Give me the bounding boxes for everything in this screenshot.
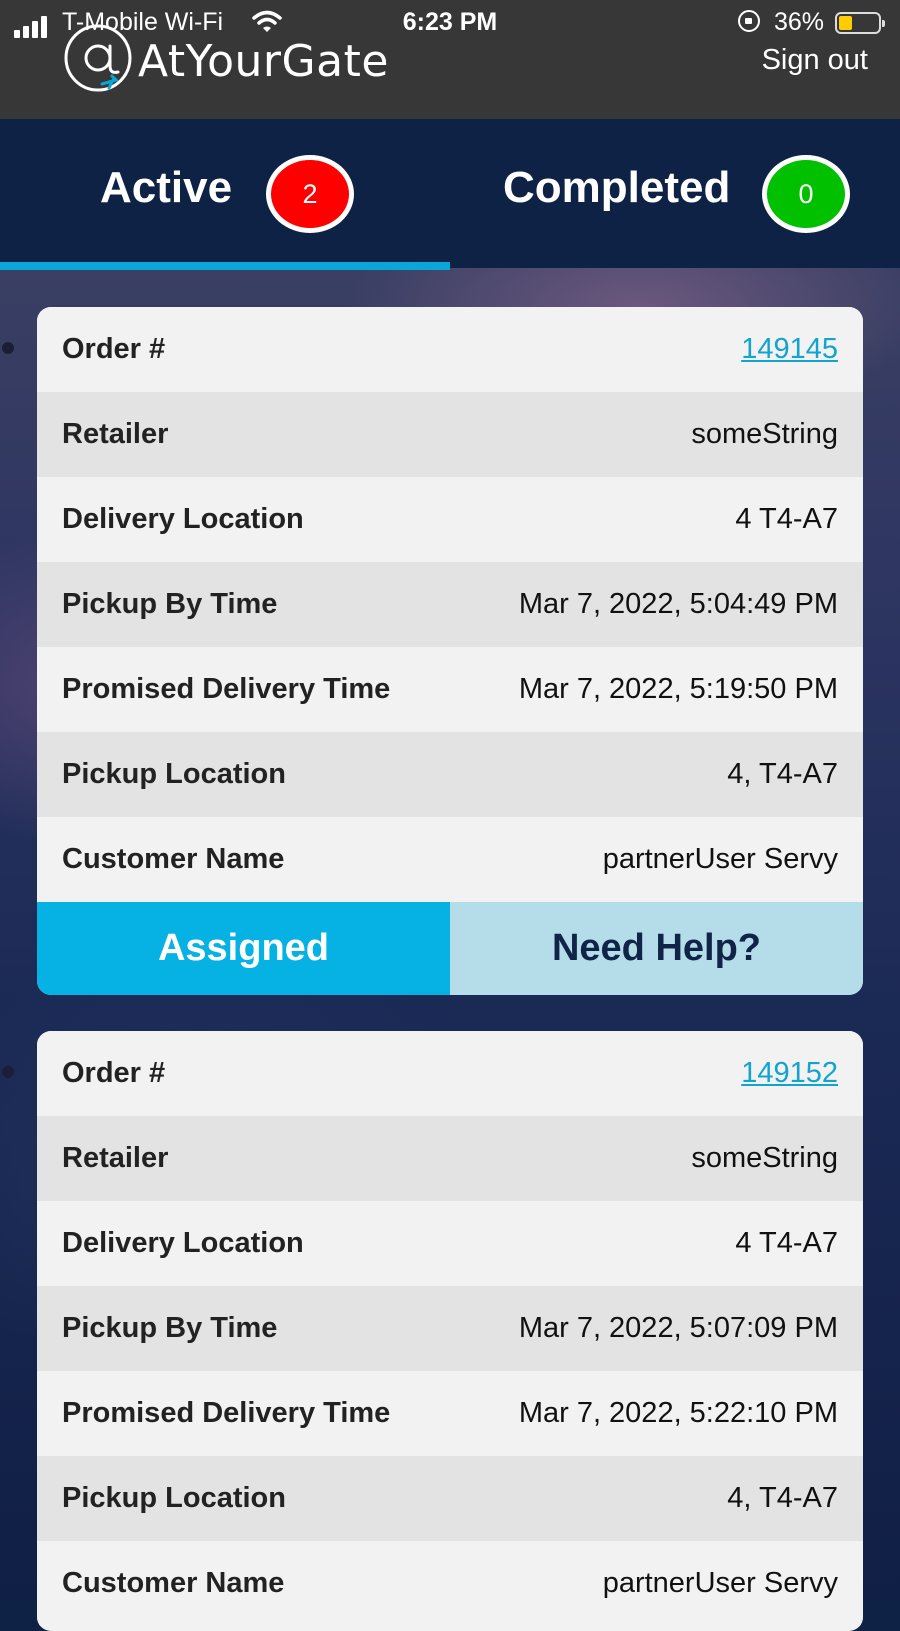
order-number-row: Order # 149145: [37, 307, 863, 392]
completed-count-badge: 0: [762, 155, 850, 233]
row-value: 4 T4-A7: [735, 503, 838, 535]
row-label: Promised Delivery Time: [62, 673, 391, 705]
order-number-link[interactable]: 149145: [741, 333, 838, 366]
row-value: someString: [691, 418, 838, 450]
order-tabs: Active 2 Completed 0: [0, 119, 900, 270]
need-help-button[interactable]: Need Help?: [450, 902, 863, 995]
promised-delivery-time-row: Promised Delivery Time Mar 7, 2022, 5:19…: [37, 647, 863, 732]
row-value: Mar 7, 2022, 5:22:10 PM: [518, 1397, 838, 1429]
promised-delivery-time-row: Promised Delivery Time Mar 7, 2022, 5:22…: [37, 1371, 863, 1456]
row-value: Mar 7, 2022, 5:19:50 PM: [518, 673, 838, 705]
at-sign-logo-icon: [64, 24, 132, 92]
pickup-location-row: Pickup Location 4, T4-A7: [37, 732, 863, 817]
row-value: partnerUser Servy: [602, 1567, 838, 1599]
tab-active[interactable]: Active 2: [0, 119, 450, 270]
order-number-link[interactable]: 149152: [741, 1057, 838, 1090]
row-label: Delivery Location: [62, 503, 304, 535]
row-label: Order #: [62, 1057, 166, 1089]
row-value: Mar 7, 2022, 5:04:49 PM: [518, 588, 838, 620]
battery-icon: [835, 12, 885, 34]
pickup-location-row: Pickup Location 4, T4-A7: [37, 1456, 863, 1541]
battery-percent: 36%: [774, 8, 825, 36]
retailer-row: Retailer someString: [37, 392, 863, 477]
assigned-button[interactable]: Assigned: [37, 902, 450, 995]
app-logo: AtYourGate: [62, 22, 402, 102]
selected-tab-indicator: [0, 262, 450, 270]
pickup-by-time-row: Pickup By Time Mar 7, 2022, 5:07:09 PM: [37, 1286, 863, 1371]
row-label: Retailer: [62, 1142, 169, 1174]
row-label: Pickup Location: [62, 758, 286, 790]
row-value: 4, T4-A7: [727, 758, 838, 790]
retailer-row: Retailer someString: [37, 1116, 863, 1201]
background-dot: [2, 342, 14, 354]
row-label: Order #: [62, 333, 166, 365]
tab-completed[interactable]: Completed 0: [450, 119, 900, 268]
row-label: Delivery Location: [62, 1227, 304, 1259]
delivery-location-row: Delivery Location 4 T4-A7: [37, 477, 863, 562]
row-label: Pickup By Time: [62, 588, 278, 620]
row-label: Pickup By Time: [62, 1312, 278, 1344]
orientation-lock-icon: [738, 10, 760, 32]
order-actions: Assigned Need Help?: [37, 902, 863, 995]
customer-name-row: Customer Name partnerUser Servy: [37, 817, 863, 902]
delivery-location-row: Delivery Location 4 T4-A7: [37, 1201, 863, 1286]
order-card: Order # 149152 Retailer someString Deliv…: [37, 1031, 863, 1631]
row-label: Promised Delivery Time: [62, 1397, 391, 1429]
row-label: Retailer: [62, 418, 169, 450]
tab-active-label: Active: [100, 163, 233, 212]
brand-name: AtYourGate: [138, 36, 389, 87]
row-label: Customer Name: [62, 1567, 285, 1599]
sign-out-link[interactable]: Sign out: [762, 44, 868, 77]
row-value: someString: [691, 1142, 838, 1174]
row-label: Customer Name: [62, 843, 285, 875]
order-number-row: Order # 149152: [37, 1031, 863, 1116]
top-bar: T-Mobile Wi-Fi 6:23 PM 36% AtYourGate Si…: [0, 0, 900, 119]
background-dot: [2, 1066, 14, 1078]
row-value: Mar 7, 2022, 5:07:09 PM: [518, 1312, 838, 1344]
row-value: 4 T4-A7: [735, 1227, 838, 1259]
row-value: partnerUser Servy: [602, 843, 838, 875]
order-card: Order # 149145 Retailer someString Deliv…: [37, 307, 863, 995]
pickup-by-time-row: Pickup By Time Mar 7, 2022, 5:04:49 PM: [37, 562, 863, 647]
tab-completed-label: Completed: [503, 163, 731, 212]
row-label: Pickup Location: [62, 1482, 286, 1514]
active-count-badge: 2: [266, 155, 354, 233]
row-value: 4, T4-A7: [727, 1482, 838, 1514]
customer-name-row: Customer Name partnerUser Servy: [37, 1541, 863, 1626]
